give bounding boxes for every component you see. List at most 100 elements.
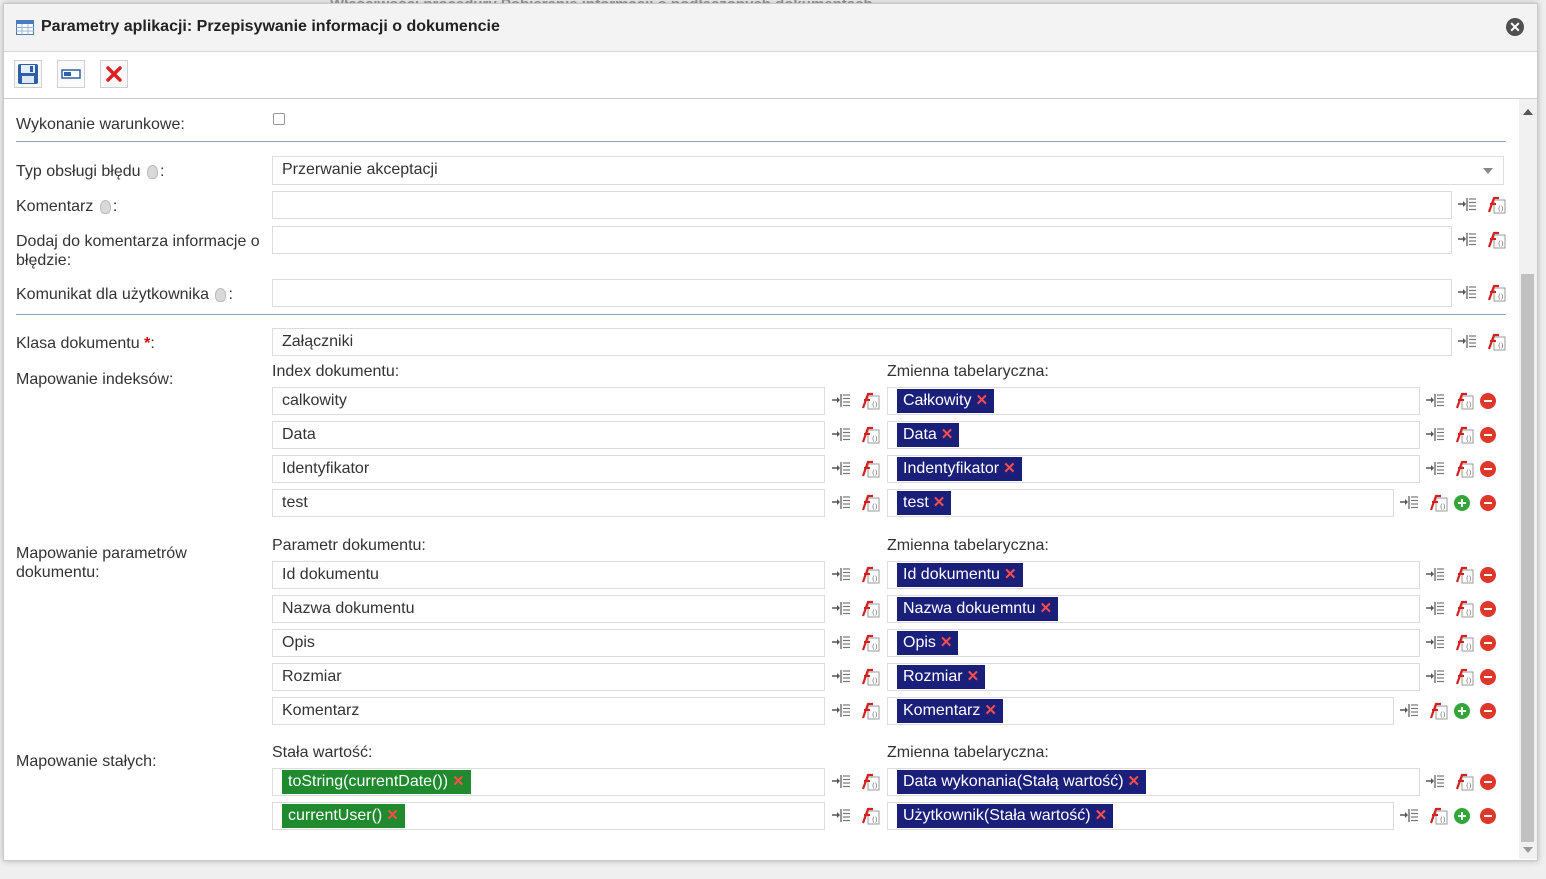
insert-variable-icon[interactable] [1457,194,1477,214]
conditional-execution-checkbox[interactable] [273,113,285,125]
mapping-target-input[interactable]: Użytkownik(Stała wartość) ✕ [887,802,1394,830]
remove-row-icon[interactable] [1480,774,1496,790]
function-editor-icon[interactable]: () [1454,771,1474,791]
remove-row-icon[interactable] [1480,461,1496,477]
mapping-target-input[interactable]: Indentyfikator ✕ [887,455,1420,483]
delete-button[interactable] [100,60,128,88]
function-editor-icon[interactable]: () [1454,564,1474,584]
insert-variable-icon[interactable] [1399,700,1419,720]
function-editor-icon[interactable]: () [860,424,880,444]
function-editor-icon[interactable]: () [860,666,880,686]
mapping-target-input[interactable]: test ✕ [887,489,1394,517]
remove-tag-icon[interactable]: ✕ [1040,600,1053,617]
remove-tag-icon[interactable]: ✕ [386,807,399,824]
function-editor-icon[interactable]: () [1454,424,1474,444]
remove-row-icon[interactable] [1480,495,1496,511]
remove-tag-icon[interactable]: ✕ [1004,566,1017,583]
mapping-source-input[interactable]: Opis [272,629,825,657]
insert-variable-icon[interactable] [1425,564,1445,584]
function-editor-icon[interactable]: () [860,632,880,652]
function-editor-icon[interactable]: () [860,771,880,791]
mapping-source-input[interactable]: Id dokumentu [272,561,825,589]
insert-variable-icon[interactable] [831,390,851,410]
error-type-select[interactable]: Przerwanie akceptacji [272,156,1504,185]
function-editor-icon[interactable]: () [1486,282,1506,302]
user-message-input[interactable] [272,279,1452,307]
mapping-source-input[interactable]: calkowity [272,387,825,415]
add-row-icon[interactable] [1454,808,1470,824]
rename-button[interactable] [57,60,85,88]
function-editor-icon[interactable]: () [1454,390,1474,410]
function-editor-icon[interactable]: () [1486,194,1506,214]
doc-class-input[interactable]: Załączniki [272,328,1452,356]
function-editor-icon[interactable]: () [1428,492,1448,512]
mapping-target-input[interactable]: Komentarz ✕ [887,697,1394,725]
insert-variable-icon[interactable] [1425,424,1445,444]
remove-tag-icon[interactable]: ✕ [941,426,954,443]
insert-variable-icon[interactable] [1399,492,1419,512]
insert-variable-icon[interactable] [831,632,851,652]
remove-tag-icon[interactable]: ✕ [984,702,997,719]
mapping-source-input[interactable]: Identyfikator [272,455,825,483]
remove-row-icon[interactable] [1480,601,1496,617]
save-button[interactable] [14,60,42,88]
insert-variable-icon[interactable] [831,805,851,825]
mapping-source-input[interactable]: Data [272,421,825,449]
insert-variable-icon[interactable] [1425,771,1445,791]
function-editor-icon[interactable]: () [1486,331,1506,351]
remove-tag-icon[interactable]: ✕ [1095,807,1108,824]
function-editor-icon[interactable]: () [1454,632,1474,652]
insert-variable-icon[interactable] [1399,805,1419,825]
remove-tag-icon[interactable]: ✕ [1003,460,1016,477]
insert-variable-icon[interactable] [1457,331,1477,351]
insert-variable-icon[interactable] [831,771,851,791]
remove-tag-icon[interactable]: ✕ [452,773,465,790]
remove-row-icon[interactable] [1480,567,1496,583]
add-comment-error-input[interactable] [272,226,1452,254]
mapping-target-input[interactable]: Id dokumentu ✕ [887,561,1420,589]
scroll-up-arrow-icon[interactable] [1523,109,1533,115]
function-editor-icon[interactable]: () [1454,598,1474,618]
mapping-source-input[interactable]: Rozmiar [272,663,825,691]
insert-variable-icon[interactable] [1425,598,1445,618]
function-editor-icon[interactable]: () [860,390,880,410]
insert-variable-icon[interactable] [831,598,851,618]
function-editor-icon[interactable]: () [860,564,880,584]
insert-variable-icon[interactable] [831,666,851,686]
mapping-source-input[interactable]: toString(currentDate()) ✕ [272,768,825,796]
insert-variable-icon[interactable] [1425,390,1445,410]
insert-variable-icon[interactable] [831,492,851,512]
mapping-target-input[interactable]: Całkowity ✕ [887,387,1420,415]
function-editor-icon[interactable]: () [860,805,880,825]
function-editor-icon[interactable]: () [1454,458,1474,478]
function-editor-icon[interactable]: () [1486,229,1506,249]
add-row-icon[interactable] [1454,495,1470,511]
remove-tag-icon[interactable]: ✕ [967,668,980,685]
insert-variable-icon[interactable] [1457,229,1477,249]
remove-row-icon[interactable] [1480,669,1496,685]
remove-tag-icon[interactable]: ✕ [1128,773,1141,790]
remove-tag-icon[interactable]: ✕ [940,634,953,651]
remove-row-icon[interactable] [1480,427,1496,443]
remove-row-icon[interactable] [1480,703,1496,719]
mapping-source-input[interactable]: Nazwa dokumentu [272,595,825,623]
insert-variable-icon[interactable] [1425,458,1445,478]
function-editor-icon[interactable]: () [1428,805,1448,825]
mapping-target-input[interactable]: Data wykonania(Stałą wartość) ✕ [887,768,1420,796]
insert-variable-icon[interactable] [831,700,851,720]
insert-variable-icon[interactable] [1457,282,1477,302]
mapping-target-input[interactable]: Nazwa dokuemntu ✕ [887,595,1420,623]
insert-variable-icon[interactable] [831,458,851,478]
remove-row-icon[interactable] [1480,808,1496,824]
function-editor-icon[interactable]: () [860,598,880,618]
mapping-source-input[interactable]: Komentarz [272,697,825,725]
mapping-source-input[interactable]: test [272,489,825,517]
function-editor-icon[interactable]: () [1454,666,1474,686]
scroll-thumb[interactable] [1521,274,1534,842]
remove-tag-icon[interactable]: ✕ [975,392,988,409]
function-editor-icon[interactable]: () [1428,700,1448,720]
remove-row-icon[interactable] [1480,635,1496,651]
vertical-scrollbar[interactable] [1519,99,1537,859]
close-icon[interactable]: ✕ [1506,18,1524,36]
mapping-target-input[interactable]: Rozmiar ✕ [887,663,1420,691]
